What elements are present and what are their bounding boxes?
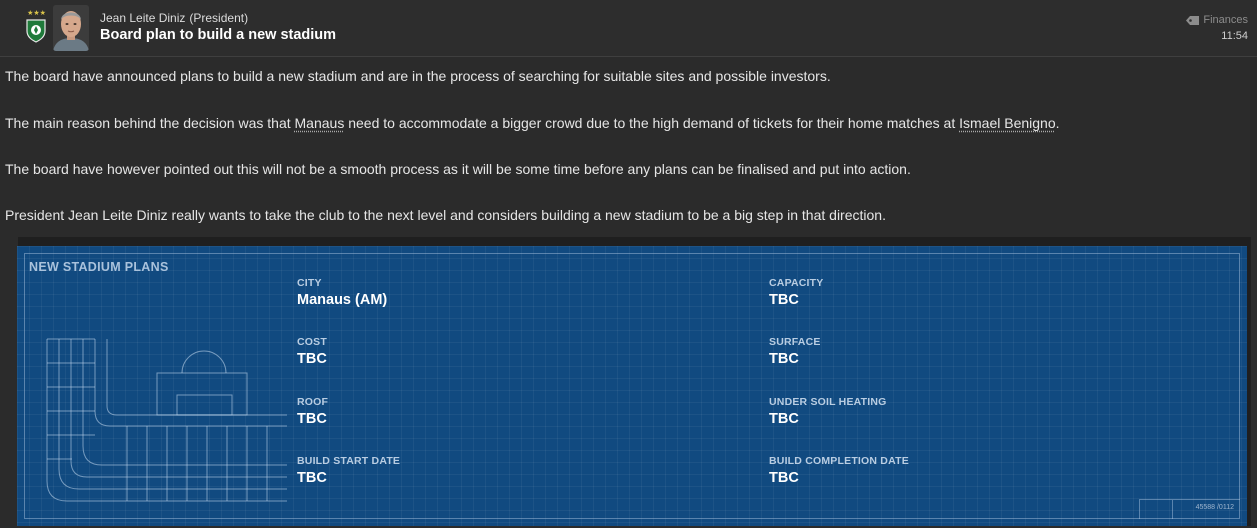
field-city: CITY Manaus (AM) xyxy=(297,277,387,308)
club-shield-icon xyxy=(26,19,46,43)
field-roof: ROOF TBC xyxy=(297,396,328,427)
message-header: ★ ★ ★ Jean Leite Diniz (President) Board … xyxy=(0,0,1257,57)
message-category: Finances xyxy=(1186,14,1248,26)
blueprint-code: 45588 /0112 xyxy=(1195,504,1234,511)
field-build-completion-date: BUILD COMPLETION DATE TBC xyxy=(769,455,909,486)
city-label: CITY xyxy=(297,277,322,289)
p2-text-after: . xyxy=(1055,115,1060,131)
body-paragraph-1: The board have announced plans to build … xyxy=(5,68,831,84)
roof-label: ROOF xyxy=(297,396,329,408)
surface-label: SURFACE xyxy=(769,336,821,348)
under-soil-heating-label: UNDER SOIL HEATING xyxy=(769,396,887,408)
p2-text-middle: need to accommodate a bigger crowd due t… xyxy=(344,115,960,131)
badge-stars: ★ ★ ★ xyxy=(27,10,46,17)
club-link-manaus[interactable]: Manaus xyxy=(295,115,345,131)
build-completion-date-value: TBC xyxy=(769,470,799,486)
body-paragraph-2: The main reason behind the decision was … xyxy=(5,115,1060,131)
panel-title: NEW STADIUM PLANS xyxy=(29,260,169,274)
field-capacity: CAPACITY TBC xyxy=(769,277,824,308)
cost-label: COST xyxy=(297,336,327,348)
stadium-plans-panel: NEW STADIUM PLANS CITY Manaus (AM) CAPAC… xyxy=(17,246,1247,526)
city-value: Manaus (AM) xyxy=(297,292,388,308)
tag-icon xyxy=(1186,15,1200,25)
surface-value: TBC xyxy=(769,351,799,367)
roof-value: TBC xyxy=(297,411,327,427)
club-badge[interactable]: ★ ★ ★ xyxy=(22,10,50,48)
title-block-divider xyxy=(1172,500,1173,519)
message-time: 11:54 xyxy=(1221,30,1248,42)
field-cost: COST TBC xyxy=(297,336,327,367)
field-surface: SURFACE TBC xyxy=(769,336,821,367)
capacity-label: CAPACITY xyxy=(769,277,824,289)
capacity-value: TBC xyxy=(769,292,799,308)
body-paragraph-3: The board have however pointed out this … xyxy=(5,161,911,177)
stadium-blueprint-drawing xyxy=(46,338,287,502)
field-build-start-date: BUILD START DATE TBC xyxy=(297,455,400,486)
under-soil-heating-value: TBC xyxy=(769,411,799,427)
build-start-date-label: BUILD START DATE xyxy=(297,455,401,467)
sender-line: Jean Leite Diniz (President) xyxy=(100,11,248,25)
blueprint-title-block: 45588 /0112 xyxy=(1139,499,1240,519)
sender-avatar[interactable] xyxy=(53,5,89,51)
sender-role: (President) xyxy=(189,11,249,25)
field-under-soil-heating: UNDER SOIL HEATING TBC xyxy=(769,396,887,427)
build-start-date-value: TBC xyxy=(297,470,327,486)
sender-name[interactable]: Jean Leite Diniz xyxy=(100,11,185,25)
p2-text-before: The main reason behind the decision was … xyxy=(5,115,295,131)
stadium-link-ismael-benigno[interactable]: Ismael Benigno xyxy=(959,115,1056,131)
cost-value: TBC xyxy=(297,351,327,367)
body-paragraph-4: President Jean Leite Diniz really wants … xyxy=(5,207,886,223)
category-label: Finances xyxy=(1203,14,1248,26)
build-completion-date-label: BUILD COMPLETION DATE xyxy=(769,455,909,467)
message-subject: Board plan to build a new stadium xyxy=(100,27,337,43)
